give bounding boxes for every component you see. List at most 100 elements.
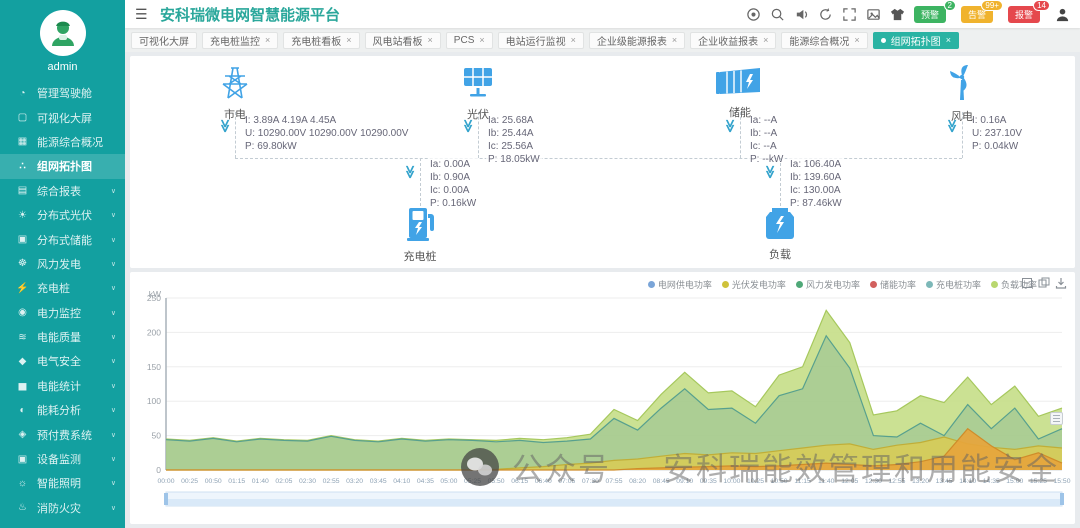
node-data-line: P: 69.80kW: [245, 140, 408, 153]
close-icon[interactable]: ×: [428, 35, 433, 45]
topology-node-pv[interactable]: 光伏: [440, 64, 516, 122]
x-tick-label: 07:55: [605, 478, 622, 485]
sidebar-item-fire[interactable]: ♨消防火灾∨: [0, 496, 125, 520]
data-zoom-icon[interactable]: [1021, 277, 1033, 289]
y-tick-label: 200: [147, 327, 161, 337]
x-tick-label: 14:10: [959, 478, 976, 485]
tab-3[interactable]: 风电站看板×: [365, 32, 441, 49]
gallery-icon[interactable]: [866, 7, 881, 22]
close-icon[interactable]: ×: [763, 35, 768, 45]
close-icon[interactable]: ×: [571, 35, 576, 45]
sidebar-item-label: 能源综合概况: [37, 134, 103, 150]
tab-1[interactable]: 充电桩监控×: [202, 32, 278, 49]
chart-scroll-handle[interactable]: [1050, 412, 1063, 425]
power-tower-icon: [218, 87, 252, 104]
tab-8[interactable]: 能源综合概况×: [781, 32, 867, 49]
overview-icon: ▦: [15, 136, 30, 147]
node-data-line: P: 18.05kW: [488, 153, 540, 166]
sidebar-item-ess[interactable]: ▣分布式储能∨: [0, 227, 125, 251]
tab-label: 企业级能源报表: [597, 33, 667, 48]
sidebar-item-prepaid[interactable]: ◈预付费系统∨: [0, 422, 125, 446]
alarm-badge-1[interactable]: 告警99+: [961, 6, 993, 23]
screen-icon: ▢: [15, 112, 30, 123]
sidebar-item-label: 风力发电: [37, 256, 81, 272]
close-icon[interactable]: ×: [672, 35, 677, 45]
tab-5[interactable]: 电站运行监视×: [498, 32, 584, 49]
sidebar-item-cockpit[interactable]: ◔管理驾驶舱: [0, 81, 125, 105]
alarm-badge-2[interactable]: 报警14: [1008, 6, 1040, 23]
sidebar-item-pv[interactable]: ☀分布式光伏∨: [0, 203, 125, 227]
chevron-down-icon: ∨: [111, 431, 116, 439]
topology-icon: ∴: [15, 161, 30, 172]
restore-icon[interactable]: [1038, 277, 1050, 289]
x-tick-label: 01:40: [252, 478, 269, 485]
chevron-down-icon: ∨: [111, 406, 116, 414]
close-icon[interactable]: ×: [854, 35, 859, 45]
node-data-line: Ia: 0.00A: [430, 158, 476, 171]
x-tick-label: 11:40: [818, 478, 835, 485]
close-icon[interactable]: ×: [946, 35, 951, 45]
user-icon[interactable]: [1055, 7, 1070, 22]
sidebar-item-safety[interactable]: ◆电气安全∨: [0, 349, 125, 373]
sidebar-item-wind[interactable]: ☸风力发电∨: [0, 252, 125, 276]
sidebar-item-analysis[interactable]: ◐能耗分析∨: [0, 398, 125, 422]
node-data-line: P: --kW: [750, 153, 783, 166]
dashboard-icon: ◔: [15, 88, 30, 99]
node-data-line: Ic: 0.00A: [430, 184, 476, 197]
topology-node-grid[interactable]: 市电: [197, 64, 273, 122]
download-icon[interactable]: [1055, 277, 1067, 289]
sidebar-item-lighting[interactable]: ☼智能照明∨: [0, 471, 125, 495]
load-icon: [762, 227, 798, 244]
sidebar-item-label: 预付费系统: [37, 427, 92, 443]
x-tick-label: 15:25: [1030, 478, 1047, 485]
refresh-icon[interactable]: [818, 7, 833, 22]
tab-4[interactable]: PCS×: [446, 32, 493, 49]
sidebar-item-quality[interactable]: ≋电能质量∨: [0, 325, 125, 349]
sidebar-item-topology[interactable]: ∴组网拓扑图: [0, 154, 125, 178]
sidebar-item-label: 充电桩: [37, 280, 70, 296]
sidebar-item-device[interactable]: ▣设备监测∨: [0, 447, 125, 471]
topology-node-ess[interactable]: 储能: [702, 64, 778, 120]
user-avatar[interactable]: [40, 10, 86, 56]
datazoom-handle-right[interactable]: [1060, 493, 1064, 505]
node-data-line: P: 0.04kW: [972, 140, 1022, 153]
content: ≫I: 3.89A 4.19A 4.45AU: 10290.00V 10290.…: [125, 52, 1080, 528]
fullscreen-icon[interactable]: [842, 7, 857, 22]
sidebar-item-monitor[interactable]: ◉电力监控∨: [0, 301, 125, 325]
tab-9[interactable]: 组网拓扑图×: [873, 32, 959, 49]
skin-icon[interactable]: [890, 7, 905, 22]
sidebar-item-report[interactable]: ▤综合报表∨: [0, 179, 125, 203]
datazoom-handle-left[interactable]: [164, 493, 168, 505]
close-icon[interactable]: ×: [479, 35, 484, 45]
solar-panel-icon: [458, 87, 498, 104]
sidebar-item-charger[interactable]: ⚡充电桩∨: [0, 276, 125, 300]
x-tick-label: 00:25: [181, 478, 198, 485]
tab-7[interactable]: 企业收益报表×: [690, 32, 776, 49]
x-tick-label: 12:30: [865, 478, 882, 485]
sound-icon[interactable]: [794, 7, 809, 22]
search-icon[interactable]: [770, 7, 785, 22]
close-icon[interactable]: ×: [346, 35, 351, 45]
x-tick-label: 10:00: [723, 478, 740, 485]
chevron-down-icon: ∨: [111, 211, 116, 219]
tab-2[interactable]: 充电桩看板×: [283, 32, 359, 49]
x-tick-label: 05:25: [464, 478, 481, 485]
x-tick-label: 02:30: [299, 478, 316, 485]
node-data-line: Ic: 130.00A: [790, 184, 842, 197]
wind-icon: ☸: [15, 258, 30, 269]
tab-0[interactable]: 可视化大屏: [131, 32, 197, 49]
power-area-chart[interactable]: 050100150200250kW00:0000:2500:5001:1501:…: [134, 290, 1074, 508]
tab-6[interactable]: 企业级能源报表 ×: [589, 32, 685, 49]
sidebar-item-bigscreen[interactable]: ▢可视化大屏: [0, 105, 125, 129]
topbar: ☰ 安科瑞微电网智慧能源平台 预警2告警99+报警14: [125, 0, 1080, 28]
topology-node-charger[interactable]: 充电桩: [382, 206, 458, 264]
close-icon[interactable]: ×: [265, 35, 270, 45]
topology-node-wind[interactable]: 风电: [924, 64, 1000, 124]
sidebar-item-stats[interactable]: ▅电能统计∨: [0, 374, 125, 398]
hamburger-menu-icon[interactable]: ☰: [135, 6, 151, 23]
node-data-line: Ib: 139.60A: [790, 171, 842, 184]
alarm-badge-0[interactable]: 预警2: [914, 6, 946, 23]
topology-node-load[interactable]: 负载: [742, 206, 818, 262]
sidebar-item-overview[interactable]: ▦ 能源综合概况: [0, 130, 125, 154]
theme-icon[interactable]: [746, 7, 761, 22]
